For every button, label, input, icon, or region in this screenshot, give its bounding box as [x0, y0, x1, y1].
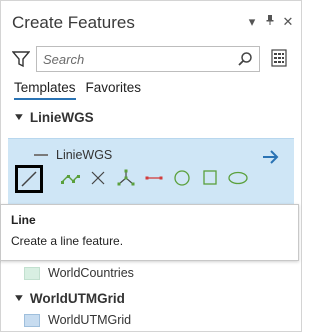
template-item-worldutmgrid[interactable]: WorldUTMGrid [24, 313, 131, 327]
right-angle-line-icon [61, 175, 80, 184]
rectangle-icon [203, 170, 217, 185]
group-header-liniewgs[interactable]: ▼ LinieWGS [13, 110, 94, 125]
line-symbol-swatch [34, 154, 48, 156]
circle-icon [174, 170, 190, 186]
template-label: WorldCountries [48, 266, 134, 280]
polygon-symbol-swatch [24, 313, 40, 327]
tab-bar: Templates Favorites [14, 80, 141, 100]
right-angle-line-tool[interactable] [58, 166, 82, 190]
construction-tools [14, 165, 284, 196]
pane-title-controls: ▾ ✕ [246, 14, 294, 29]
search-box [36, 46, 260, 72]
line-tool[interactable] [15, 165, 43, 193]
polygon-symbol-swatch [24, 266, 40, 280]
tooltip: Line Create a line feature. [0, 204, 299, 261]
chevron-down-icon[interactable]: ▾ [246, 14, 258, 29]
template-label: LinieWGS [56, 148, 113, 162]
group-header-worldutmgrid[interactable]: ▼ WorldUTMGrid [13, 291, 125, 306]
tooltip-description: Create a line feature. [11, 234, 124, 248]
search-input[interactable] [43, 50, 223, 68]
direction-distance-tool[interactable] [86, 166, 110, 190]
manage-templates-icon[interactable] [269, 48, 289, 70]
template-label: WorldUTMGrid [48, 313, 132, 327]
chevron-down-icon[interactable]: ▼ [13, 293, 26, 304]
tooltip-title: Line [11, 213, 36, 227]
pin-icon[interactable] [264, 14, 276, 29]
create-features-pane: Create Features ▾ ✕ Templates Favo [0, 0, 302, 332]
search-icon[interactable] [237, 51, 253, 67]
trace-tool[interactable] [114, 166, 138, 190]
rectangle-tool[interactable] [198, 166, 222, 190]
arrow-right-icon[interactable] [262, 149, 280, 165]
template-item-liniewgs[interactable]: LinieWGS [34, 148, 112, 162]
group-label: WorldUTMGrid [29, 291, 125, 306]
filter-icon[interactable] [11, 50, 31, 68]
ellipse-tool[interactable] [226, 166, 250, 190]
tab-templates[interactable]: Templates [14, 80, 76, 100]
tab-favorites[interactable]: Favorites [86, 80, 142, 100]
pane-title: Create Features [12, 13, 135, 32]
two-point-line-icon [145, 176, 163, 180]
x-icon [91, 171, 105, 185]
chevron-down-icon[interactable]: ▼ [13, 112, 26, 123]
close-icon[interactable]: ✕ [282, 14, 294, 29]
ellipse-icon [228, 171, 248, 185]
circle-tool[interactable] [170, 166, 194, 190]
two-point-line-tool[interactable] [142, 166, 166, 190]
line-icon [21, 171, 37, 187]
group-label: LinieWGS [29, 110, 94, 125]
template-item-worldcountries[interactable]: WorldCountries [24, 266, 134, 280]
trace-icon [117, 169, 135, 186]
